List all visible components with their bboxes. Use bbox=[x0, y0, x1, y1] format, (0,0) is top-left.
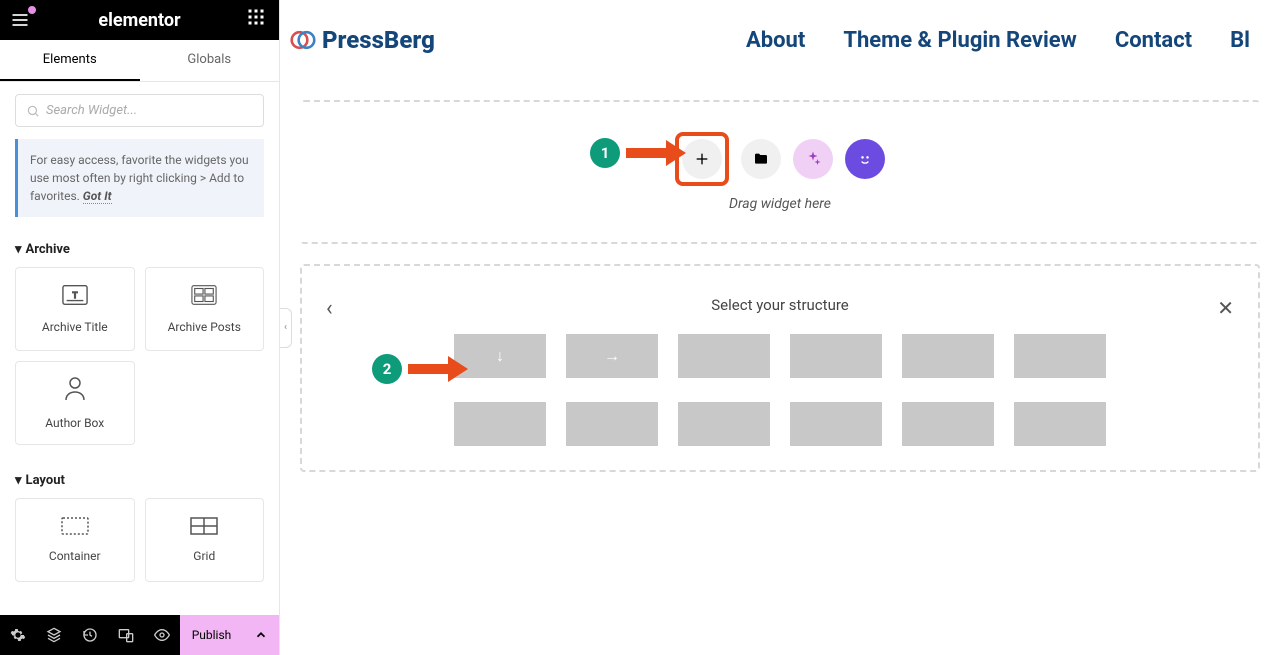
structure-picker: ‹ ✕ Select your structure 2 ↓ → bbox=[300, 264, 1260, 472]
annotation-1: 1 bbox=[590, 138, 686, 168]
structure-4col[interactable] bbox=[902, 334, 994, 378]
structure-grid-c[interactable] bbox=[678, 402, 770, 446]
ai-button[interactable] bbox=[793, 139, 833, 179]
structure-grid-d[interactable] bbox=[790, 402, 882, 446]
annotation-2-arrow bbox=[408, 356, 468, 382]
history-button[interactable] bbox=[72, 615, 108, 655]
category-archive[interactable]: ▾ Archive bbox=[15, 232, 264, 267]
template-library-button[interactable] bbox=[741, 139, 781, 179]
structure-3col[interactable] bbox=[790, 334, 882, 378]
search-wrap bbox=[0, 82, 279, 139]
menu-button[interactable] bbox=[8, 8, 32, 32]
structure-close-button[interactable]: ✕ bbox=[1217, 296, 1234, 320]
search-box bbox=[15, 94, 264, 127]
drop-hint: Drag widget here bbox=[729, 196, 831, 212]
author-box-icon bbox=[63, 376, 87, 406]
widget-author-box[interactable]: Author Box bbox=[15, 361, 135, 445]
sidebar-header: elementor bbox=[0, 0, 279, 40]
tip-text: For easy access, favorite the widgets yo… bbox=[30, 153, 249, 203]
tip-got-it[interactable]: Got It bbox=[83, 189, 112, 204]
nav-blog[interactable]: Bl bbox=[1230, 28, 1250, 53]
structure-1-2[interactable] bbox=[1014, 334, 1106, 378]
category-label: Layout bbox=[26, 473, 65, 488]
structure-1col-right[interactable]: → bbox=[566, 334, 658, 378]
structure-grid-b[interactable] bbox=[566, 402, 658, 446]
widget-panel: ▾ Archive T Archive Title Archive Posts bbox=[0, 227, 279, 615]
widget-grid[interactable]: Grid bbox=[145, 498, 265, 582]
responsive-button[interactable] bbox=[108, 615, 144, 655]
structure-back-button[interactable]: ‹ bbox=[326, 296, 333, 321]
search-icon bbox=[26, 104, 40, 118]
annotation-1-badge: 1 bbox=[590, 138, 620, 168]
nav-about[interactable]: About bbox=[746, 28, 805, 53]
widget-container[interactable]: Container bbox=[15, 498, 135, 582]
widget-label: Archive Posts bbox=[168, 320, 241, 334]
site-logo[interactable]: PressBerg bbox=[290, 26, 435, 54]
archive-title-icon: T bbox=[62, 284, 88, 310]
apps-grid-button[interactable] bbox=[247, 8, 271, 32]
new-section-area: 1 bbox=[300, 100, 1260, 244]
settings-button[interactable] bbox=[0, 615, 36, 655]
container-icon bbox=[61, 517, 89, 539]
caret-down-icon: ▾ bbox=[15, 473, 22, 488]
logo-text: PressBerg bbox=[322, 26, 435, 54]
svg-text:T: T bbox=[72, 291, 77, 301]
tab-globals[interactable]: Globals bbox=[140, 40, 280, 81]
publish-options-button[interactable] bbox=[243, 615, 279, 655]
widget-archive-title[interactable]: T Archive Title bbox=[15, 267, 135, 351]
logo-icon bbox=[290, 27, 316, 53]
brand-logo: elementor bbox=[98, 10, 180, 31]
panel-tabs: Elements Globals bbox=[0, 40, 279, 82]
structure-title: Select your structure bbox=[322, 296, 1238, 314]
add-section-actions bbox=[675, 132, 885, 186]
archive-posts-icon bbox=[191, 284, 217, 310]
site-nav: About Theme & Plugin Review Contact Bl bbox=[746, 28, 1250, 53]
ai-assistant-button[interactable] bbox=[845, 139, 885, 179]
widget-label: Archive Title bbox=[42, 320, 108, 334]
widget-archive-posts[interactable]: Archive Posts bbox=[145, 267, 265, 351]
tab-elements[interactable]: Elements bbox=[0, 40, 140, 81]
site-header: PressBerg About Theme & Plugin Review Co… bbox=[280, 0, 1280, 80]
annotation-1-arrow bbox=[626, 140, 686, 166]
annotation-2: 2 bbox=[372, 354, 468, 384]
structure-grid-f[interactable] bbox=[1014, 402, 1106, 446]
elementor-sidebar: elementor Elements Globals For easy acce… bbox=[0, 0, 280, 655]
structure-grid-a[interactable] bbox=[454, 402, 546, 446]
category-label: Archive bbox=[26, 242, 70, 257]
widget-label: Container bbox=[49, 549, 101, 563]
structure-2col[interactable] bbox=[678, 334, 770, 378]
structure-grid-e[interactable] bbox=[902, 402, 994, 446]
grid-icon bbox=[190, 517, 218, 539]
editor-canvas: PressBerg About Theme & Plugin Review Co… bbox=[280, 0, 1280, 655]
publish-button[interactable]: Publish bbox=[180, 615, 243, 655]
widget-label: Grid bbox=[193, 549, 215, 563]
nav-theme-plugin[interactable]: Theme & Plugin Review bbox=[843, 28, 1077, 53]
favorites-tip: For easy access, favorite the widgets yo… bbox=[15, 139, 264, 217]
notification-dot bbox=[28, 6, 36, 14]
category-layout[interactable]: ▾ Layout bbox=[15, 463, 264, 498]
add-section-button[interactable] bbox=[682, 139, 722, 179]
nav-contact[interactable]: Contact bbox=[1115, 28, 1192, 53]
preview-button[interactable] bbox=[144, 615, 180, 655]
navigator-button[interactable] bbox=[36, 615, 72, 655]
search-input[interactable] bbox=[46, 103, 253, 118]
caret-down-icon: ▾ bbox=[15, 242, 22, 257]
sidebar-footer: Publish bbox=[0, 615, 279, 655]
widget-label: Author Box bbox=[45, 416, 104, 430]
annotation-2-badge: 2 bbox=[372, 354, 402, 384]
collapse-panel-button[interactable]: ‹ bbox=[280, 308, 292, 348]
